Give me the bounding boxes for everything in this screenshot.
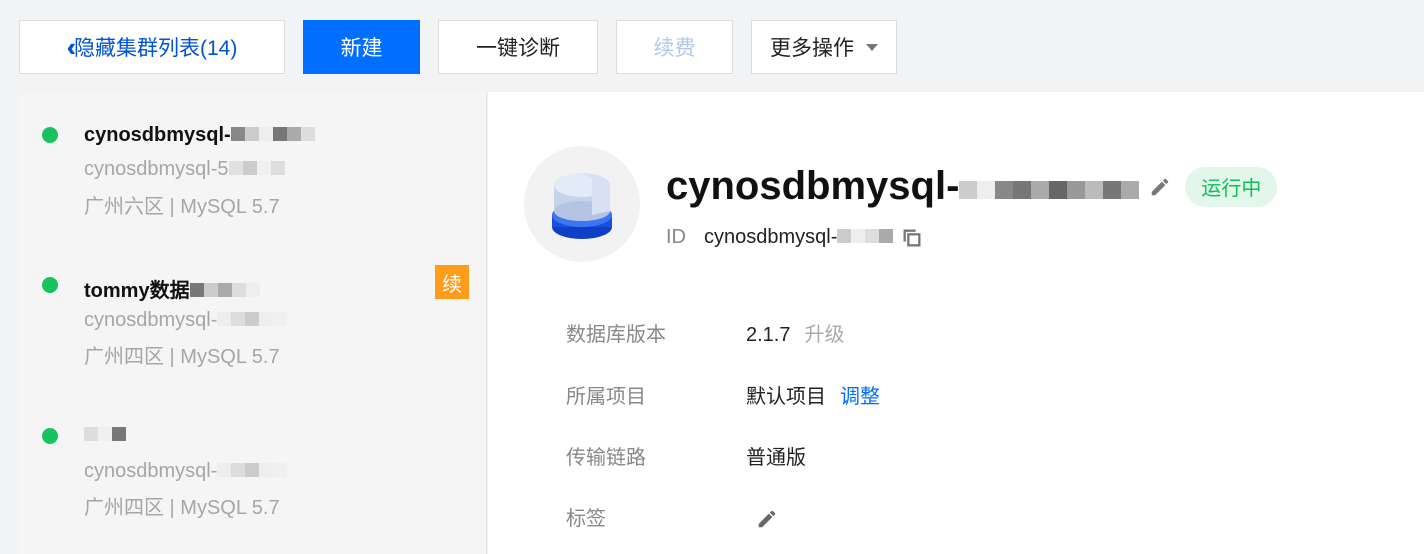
- cluster-list-item[interactable]: tommy数据 续 cynosdbmysql- 广州四区 | MySQL 5.7: [19, 247, 487, 387]
- renew-button[interactable]: 续费: [616, 20, 733, 74]
- link-value: 普通版: [746, 447, 806, 469]
- redacted-block: [217, 309, 288, 332]
- cluster-region-version: 广州四区 | MySQL 5.7: [84, 497, 280, 519]
- new-button[interactable]: 新建: [303, 20, 420, 74]
- double-chevron-left-icon: ‹‹: [66, 31, 79, 62]
- cluster-name: cynosdbmysql-: [84, 124, 315, 147]
- instance-title-text: cynosdbmysql-: [666, 164, 960, 208]
- cluster-id: cynosdbmysql-5: [84, 158, 285, 181]
- toolbar: ‹‹ 隐藏集群列表(14) 新建 一键诊断 续费 更多操作: [19, 20, 915, 74]
- renew-button-label: 续费: [653, 37, 696, 60]
- status-badge: 运行中: [1185, 166, 1278, 207]
- id-value: cynosdbmysql-: [704, 226, 838, 248]
- redacted-block: [230, 124, 315, 147]
- redacted-block: [84, 424, 126, 447]
- upgrade-link[interactable]: 升级: [804, 324, 844, 346]
- new-button-label: 新建: [340, 37, 383, 60]
- renew-badge: 续: [435, 265, 469, 299]
- cluster-region-version: 广州四区 | MySQL 5.7: [84, 346, 280, 368]
- cluster-name: [84, 424, 126, 447]
- id-label: ID: [666, 226, 686, 248]
- hide-cluster-list-label: 隐藏集群列表(14): [73, 37, 238, 60]
- more-actions-label: 更多操作: [770, 37, 854, 60]
- diagnose-button[interactable]: 一键诊断: [438, 20, 598, 74]
- redacted-block: [837, 226, 894, 249]
- copy-icon[interactable]: [901, 227, 923, 249]
- cluster-id: cynosdbmysql-: [84, 309, 288, 332]
- cluster-name: tommy数据: [84, 274, 260, 303]
- adjust-project-link[interactable]: 调整: [840, 386, 880, 408]
- more-actions-dropdown[interactable]: 更多操作: [751, 20, 897, 74]
- database-avatar: [524, 146, 640, 262]
- project-label: 所属项目: [566, 386, 646, 408]
- database-icon: [552, 173, 612, 239]
- cluster-list-item[interactable]: cynosdbmysql- cynosdbmysql-5 广州六区 | MySQ…: [19, 92, 487, 232]
- cluster-detail-panel: cynosdbmysql- 运行中 ID cynosdbmysql- 数据库版本…: [488, 92, 1424, 554]
- cluster-list: cynosdbmysql- cynosdbmysql-5 广州六区 | MySQ…: [19, 92, 487, 554]
- cluster-id: cynosdbmysql-: [84, 460, 288, 483]
- project-value: 默认项目 调整: [746, 386, 880, 408]
- edit-tags-icon[interactable]: [756, 508, 778, 530]
- status-running-icon: [42, 127, 58, 143]
- instance-id-row: ID cynosdbmysql-: [666, 226, 923, 249]
- version-value: 2.1.7 升级: [746, 324, 845, 346]
- diagnose-button-label: 一键诊断: [476, 37, 560, 60]
- tags-label: 标签: [566, 508, 606, 530]
- caret-down-icon: [866, 43, 878, 51]
- instance-title: cynosdbmysql- 运行中: [666, 164, 1278, 209]
- redacted-block: [228, 158, 285, 181]
- hide-cluster-list-button[interactable]: ‹‹ 隐藏集群列表(14): [19, 20, 285, 74]
- version-label: 数据库版本: [566, 324, 666, 346]
- redacted-block: [217, 460, 288, 483]
- edit-name-icon[interactable]: [1149, 176, 1171, 198]
- cluster-region-version: 广州六区 | MySQL 5.7: [84, 196, 280, 218]
- redacted-block: [959, 164, 1140, 209]
- cluster-list-item[interactable]: cynosdbmysql- 广州四区 | MySQL 5.7: [19, 397, 487, 537]
- redacted-block: [189, 280, 260, 303]
- link-label: 传输链路: [566, 447, 646, 469]
- status-running-icon: [42, 428, 58, 444]
- status-running-icon: [42, 277, 58, 293]
